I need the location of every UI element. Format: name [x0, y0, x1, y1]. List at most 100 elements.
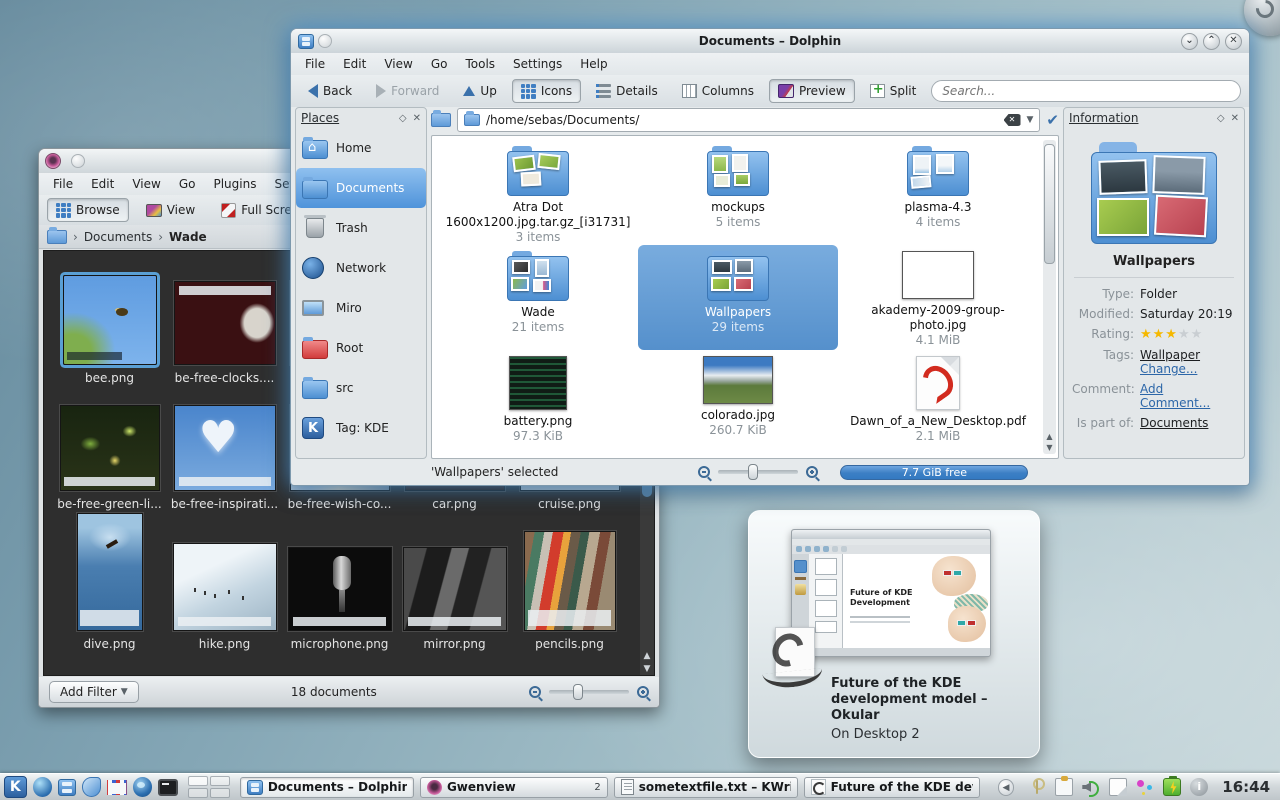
- menu-go[interactable]: Go: [423, 55, 456, 73]
- clear-location-icon[interactable]: ✕: [1003, 114, 1021, 126]
- location-path[interactable]: /home/sebas/Documents/: [486, 113, 998, 127]
- task-okular[interactable]: Future of the KDE developme: [803, 776, 980, 798]
- back-button[interactable]: Back: [299, 79, 361, 103]
- split-button[interactable]: Split: [861, 79, 926, 103]
- breadcrumb-wade[interactable]: Wade: [169, 230, 207, 244]
- dolphin-launcher-icon[interactable]: [58, 778, 76, 796]
- thumbnail-pencils[interactable]: pencils.png: [512, 531, 627, 651]
- icons-view-button[interactable]: Icons: [511, 79, 582, 103]
- digital-clock[interactable]: 16:44: [1222, 778, 1270, 796]
- network-status-icon[interactable]: [1028, 778, 1046, 796]
- battery-icon[interactable]: [1163, 776, 1182, 796]
- konsole-launcher-icon[interactable]: [158, 779, 178, 796]
- tray-expander-icon[interactable]: ◀: [997, 778, 1015, 796]
- rating-stars[interactable]: ★★★★★: [1140, 327, 1203, 342]
- sidebar-item-miro[interactable]: Miro: [296, 288, 426, 328]
- thumbnail-microphone[interactable]: microphone.png: [282, 547, 397, 651]
- task-dolphin[interactable]: Documents – Dolphin: [239, 776, 414, 798]
- forward-button[interactable]: Forward: [367, 79, 448, 103]
- maximize-button[interactable]: ⌃: [1203, 32, 1220, 50]
- menu-edit[interactable]: Edit: [83, 175, 122, 193]
- menu-view[interactable]: View: [376, 55, 420, 73]
- breadcrumb-folder-icon[interactable]: [47, 226, 67, 244]
- file-tile-wallpapers[interactable]: Wallpapers 29 items: [638, 245, 838, 350]
- desktop-2-cell[interactable]: [209, 776, 230, 786]
- volume-icon[interactable]: [1082, 778, 1100, 797]
- preview-button[interactable]: Preview: [768, 79, 855, 103]
- columns-view-button[interactable]: Columns: [673, 79, 763, 103]
- close-panel-icon[interactable]: ✕: [413, 113, 421, 124]
- menu-file[interactable]: File: [297, 55, 333, 73]
- task-gwenview[interactable]: Gwenview 2: [419, 776, 608, 798]
- desktop-3-cell[interactable]: [187, 788, 208, 798]
- sidebar-item-documents[interactable]: Documents: [296, 168, 426, 208]
- thumbnail-bee[interactable]: bee.png: [52, 275, 167, 385]
- scroll-down-arrow[interactable]: ▼: [640, 663, 654, 675]
- zoom-slider-knob[interactable]: [573, 684, 583, 700]
- accept-location-icon[interactable]: ✔: [1046, 111, 1059, 129]
- file-tile-colorado[interactable]: colorado.jpg 260.7 KiB: [638, 350, 838, 455]
- menu-view[interactable]: View: [124, 175, 168, 193]
- file-tile-battery[interactable]: battery.png 97.3 KiB: [438, 350, 638, 455]
- partof-documents-link[interactable]: Documents: [1140, 416, 1208, 430]
- file-tile-wade[interactable]: Wade 21 items: [438, 245, 638, 350]
- file-tile-atra-dot[interactable]: Atra Dot 1600x1200.jpg.tar.gz_[i31731] 3…: [438, 140, 638, 245]
- search-input[interactable]: [931, 80, 1241, 102]
- thumbnail-dive[interactable]: dive.png: [52, 513, 167, 651]
- file-tile-mockups[interactable]: mockups 5 items: [638, 140, 838, 245]
- scroll-down-arrow[interactable]: ▼: [1043, 442, 1056, 453]
- thumbnail-heart-cloud[interactable]: ♥ be-free-inspirati...: [167, 405, 282, 511]
- scroll-up-arrow[interactable]: ▲: [640, 650, 654, 662]
- desktop-4-cell[interactable]: [209, 788, 230, 798]
- dolphin-scrollbar[interactable]: ▲ ▼: [1043, 140, 1056, 454]
- details-view-button[interactable]: Details: [587, 79, 667, 103]
- location-folder-button[interactable]: [431, 110, 451, 127]
- zoom-in-icon[interactable]: [806, 466, 819, 478]
- tag-wallpaper-link[interactable]: Wallpaper: [1140, 348, 1200, 362]
- zoom-slider[interactable]: [549, 684, 629, 700]
- add-filter-button[interactable]: Add Filter ▼: [49, 681, 139, 703]
- scroll-up-arrow[interactable]: ▲: [1043, 431, 1056, 442]
- device-notifier-icon[interactable]: [1136, 778, 1154, 796]
- kickoff-launcher-button[interactable]: K: [4, 776, 27, 798]
- menu-tools[interactable]: Tools: [457, 55, 503, 73]
- change-tags-link[interactable]: Change...: [1140, 362, 1197, 376]
- add-comment-link[interactable]: Add Comment...: [1140, 382, 1236, 410]
- notifications-info-icon[interactable]: i: [1190, 778, 1209, 796]
- kontact-launcher-icon[interactable]: [81, 777, 102, 797]
- system-settings-launcher-icon[interactable]: [32, 777, 53, 797]
- virtual-desktop-pager[interactable]: [187, 776, 230, 798]
- kmail-launcher-icon[interactable]: [107, 780, 127, 795]
- menu-settings[interactable]: Settings: [505, 55, 570, 73]
- menu-plugins[interactable]: Plugins: [205, 175, 264, 193]
- zoom-slider[interactable]: [718, 464, 799, 480]
- zoom-in-icon[interactable]: [637, 686, 649, 698]
- breadcrumb-documents[interactable]: Documents: [84, 230, 152, 244]
- menu-go[interactable]: Go: [171, 175, 204, 193]
- zoom-out-icon[interactable]: [529, 686, 541, 698]
- zoom-slider-knob[interactable]: [748, 464, 759, 480]
- detach-panel-icon[interactable]: ◇: [1217, 113, 1225, 124]
- places-header[interactable]: Places ◇ ✕: [296, 108, 426, 128]
- file-tile-pdf[interactable]: Dawn_of_a_New_Desktop.pdf 2.1 MiB: [838, 350, 1038, 455]
- sidebar-item-tag-kde[interactable]: K Tag: KDE: [296, 408, 426, 448]
- close-button[interactable]: ✕: [1225, 32, 1242, 50]
- close-panel-icon[interactable]: ✕: [1231, 113, 1239, 124]
- file-tile-akademy-photo[interactable]: akademy-2009-group-photo.jpg 4.1 MiB: [838, 245, 1038, 350]
- sidebar-item-root[interactable]: Root: [296, 328, 426, 368]
- zoom-out-icon[interactable]: [698, 466, 711, 478]
- up-button[interactable]: Up: [454, 79, 505, 103]
- thumbnail-clocks[interactable]: be-free-clocks....: [167, 281, 282, 385]
- konqueror-launcher-icon[interactable]: [132, 777, 153, 797]
- detach-panel-icon[interactable]: ◇: [399, 113, 407, 124]
- menu-help[interactable]: Help: [572, 55, 615, 73]
- menu-edit[interactable]: Edit: [335, 55, 374, 73]
- scrollbar-thumb[interactable]: [1044, 144, 1055, 264]
- sidebar-item-network[interactable]: Network: [296, 248, 426, 288]
- information-header[interactable]: Information ◇ ✕: [1064, 108, 1244, 128]
- thumbnail-green-lights[interactable]: be-free-green-li...: [52, 405, 167, 511]
- location-dropdown-icon[interactable]: ▼: [1027, 115, 1034, 125]
- menu-file[interactable]: File: [45, 175, 81, 193]
- task-kwrite[interactable]: sometextfile.txt – KWrite: [613, 776, 798, 798]
- desktop-1-cell[interactable]: [187, 776, 208, 786]
